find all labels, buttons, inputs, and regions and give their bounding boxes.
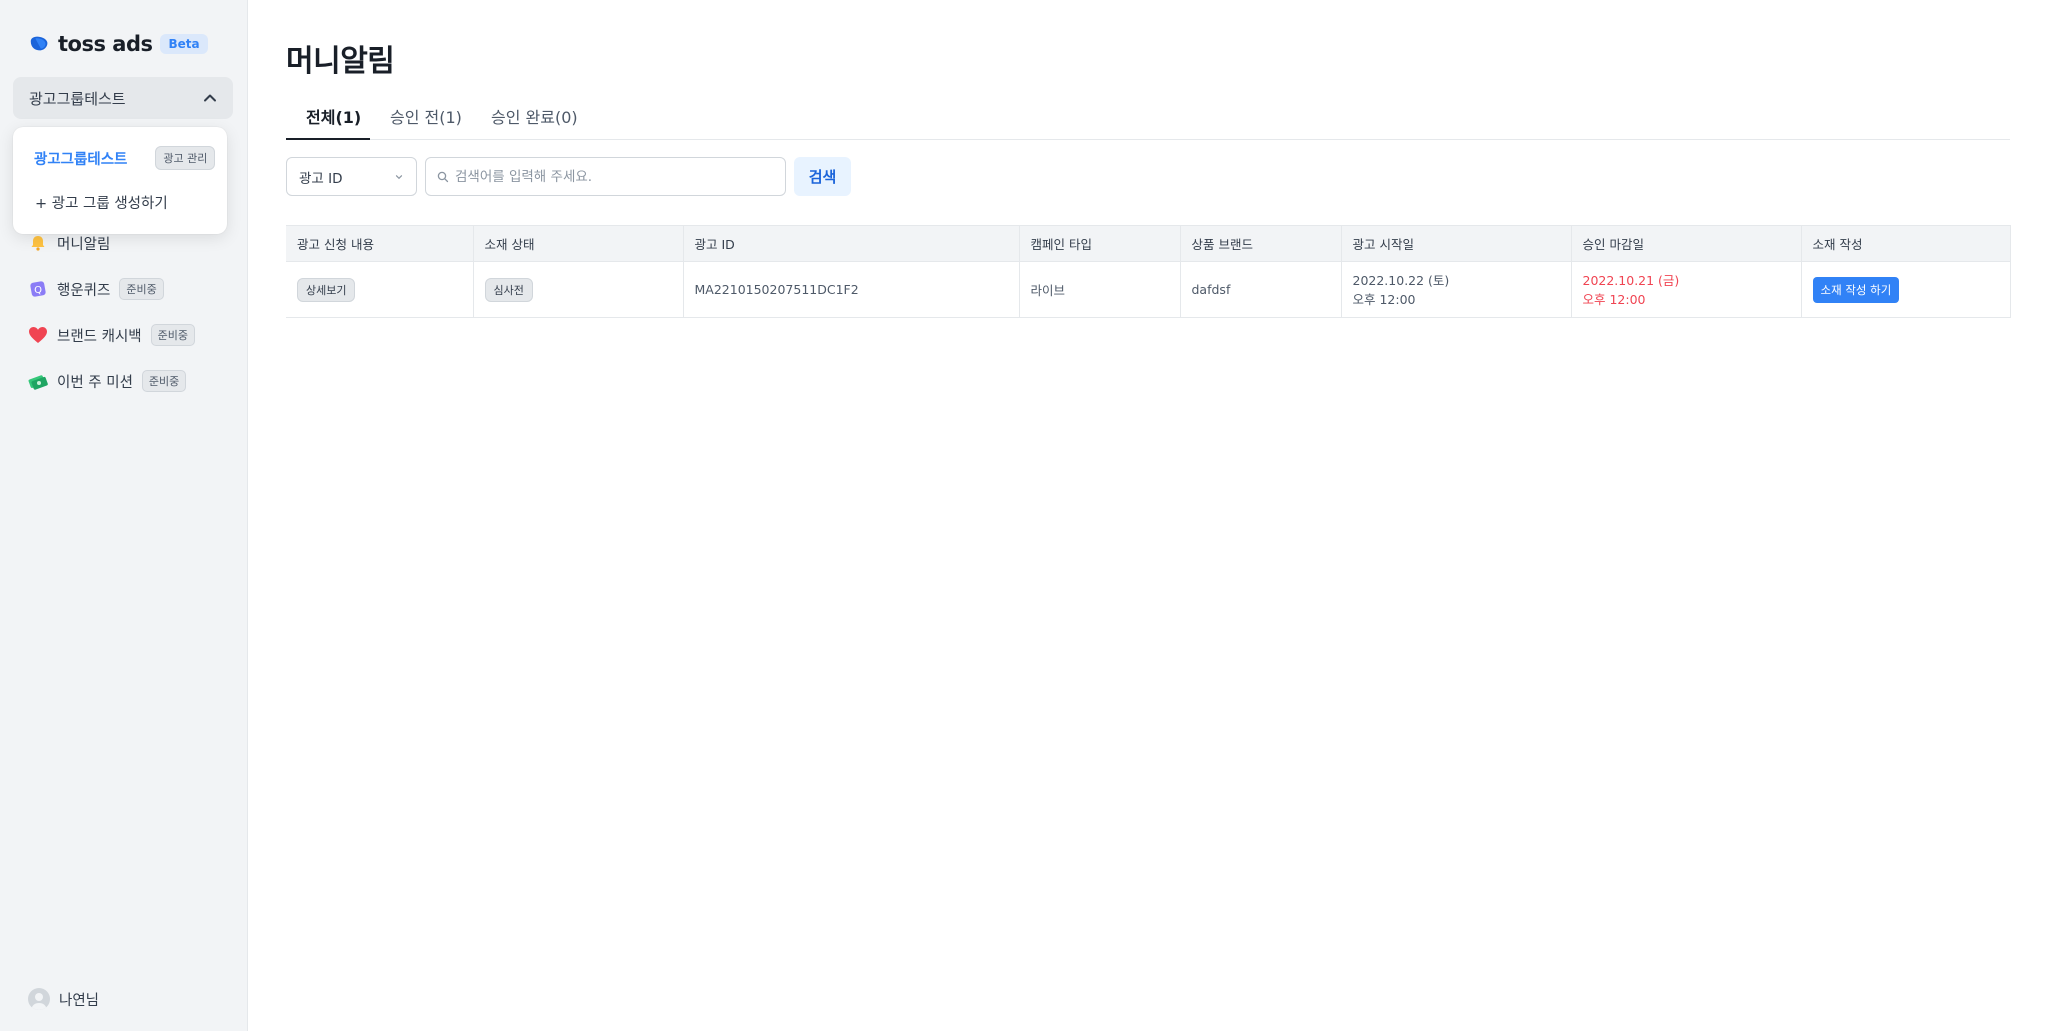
coming-soon-badge: 준비중 [119,278,164,300]
cell-ad-id: MA2210150207511DC1F2 [683,261,1020,318]
avatar [28,988,50,1010]
tab-bar: 전체(1) 승인 전(1) 승인 완료(0) [286,100,2010,140]
user-profile[interactable]: 나연님 [28,988,99,1010]
table-header-row: 광고 신청 내용 소재 상태 광고 ID 캠페인 타입 상품 브랜드 광고 시작… [286,225,2011,262]
sidebar-item-lucky-quiz[interactable]: Q 행운퀴즈 준비중 [28,266,195,312]
sidebar-item-label: 이번 주 미션 [57,374,133,391]
manage-ads-badge[interactable]: 광고 관리 [155,146,216,170]
ad-group-dropdown: 광고그룹테스트 광고 관리 + 광고 그룹 생성하기 [13,127,227,234]
sidebar-item-label: 행운퀴즈 [57,282,111,299]
create-creative-button[interactable]: 소재 작성 하기 [1812,276,1900,303]
cell-create: 소재 작성 하기 [1801,261,2011,318]
chevron-down-icon [395,174,403,179]
sidebar-item-label: 머니알림 [57,236,111,253]
heart-icon [28,325,48,345]
search-box [425,157,786,196]
status-badge: 심사전 [484,277,533,302]
cell-campaign-type: 라이브 [1019,261,1181,318]
sidebar-item-label: 브랜드 캐시백 [57,328,142,345]
brand-name: toss ads [58,32,153,56]
deadline-date: 2022.10.21 (금) [1582,272,1680,288]
toss-logo-icon [30,36,48,51]
search-field-select[interactable]: 광고 ID [286,157,417,196]
coming-soon-badge: 준비중 [150,324,196,346]
cell-detail: 상세보기 [286,261,474,318]
create-ad-group-button[interactable]: + 광고 그룹 생성하기 [35,192,168,213]
cell-start-date: 2022.10.22 (토) 오후 12:00 [1341,261,1572,318]
sidebar-item-weekly-mission[interactable]: 이번 주 미션 준비중 [28,358,195,404]
sidebar-item-brand-cashback[interactable]: 브랜드 캐시백 준비중 [28,312,196,358]
cell-status: 심사전 [473,261,684,318]
start-date: 2022.10.22 (토) [1352,272,1450,288]
tab-approved[interactable]: 승인 완료(0) [491,100,578,140]
deadline-time: 오후 12:00 [1582,291,1646,307]
cell-deadline: 2022.10.21 (금) 오후 12:00 [1571,261,1802,318]
table-row: 상세보기 심사전 MA2210150207511DC1F2 라이브 dafdsf… [286,261,2011,318]
search-button[interactable]: 검색 [794,157,851,196]
search-field-select-value: 광고 ID [299,170,343,187]
dropdown-item-current-group[interactable]: 광고그룹테스트 광고 관리 [34,146,216,170]
tab-pending-approval[interactable]: 승인 전(1) [390,100,462,140]
search-icon [437,171,449,182]
tab-all[interactable]: 전체(1) [286,100,370,140]
beta-badge: Beta [160,34,208,54]
column-header: 광고 신청 내용 [286,225,474,262]
quiz-icon: Q [28,279,48,299]
column-header: 소재 상태 [473,225,684,262]
svg-text:Q: Q [34,285,42,296]
column-header: 캠페인 타입 [1019,225,1181,262]
logo[interactable]: toss ads Beta [28,32,208,56]
chevron-up-icon [204,94,216,102]
ad-table: 광고 신청 내용 소재 상태 광고 ID 캠페인 타입 상품 브랜드 광고 시작… [286,225,2011,318]
current-group-label: 광고그룹테스트 [34,151,128,168]
column-header: 소재 작성 [1801,225,2011,262]
sidebar-nav: 머니알림 Q 행운퀴즈 준비중 브랜드 캐시백 준비중 이번 주 미션 준비중 [28,220,196,404]
column-header: 상품 브랜드 [1180,225,1342,262]
column-header: 광고 ID [683,225,1020,262]
coming-soon-badge: 준비중 [141,370,187,392]
user-name: 나연님 [59,992,100,1009]
money-icon [28,371,48,391]
ad-group-selector-label: 광고그룹테스트 [29,89,126,108]
page-title: 머니알림 [286,44,395,79]
column-header: 광고 시작일 [1341,225,1572,262]
bell-icon [28,233,48,253]
start-time: 오후 12:00 [1352,291,1416,307]
cell-brand: dafdsf [1180,261,1342,318]
column-header: 승인 마감일 [1571,225,1802,262]
search-input[interactable] [455,168,755,185]
ad-group-selector[interactable]: 광고그룹테스트 [13,77,233,119]
view-detail-button[interactable]: 상세보기 [297,277,356,302]
